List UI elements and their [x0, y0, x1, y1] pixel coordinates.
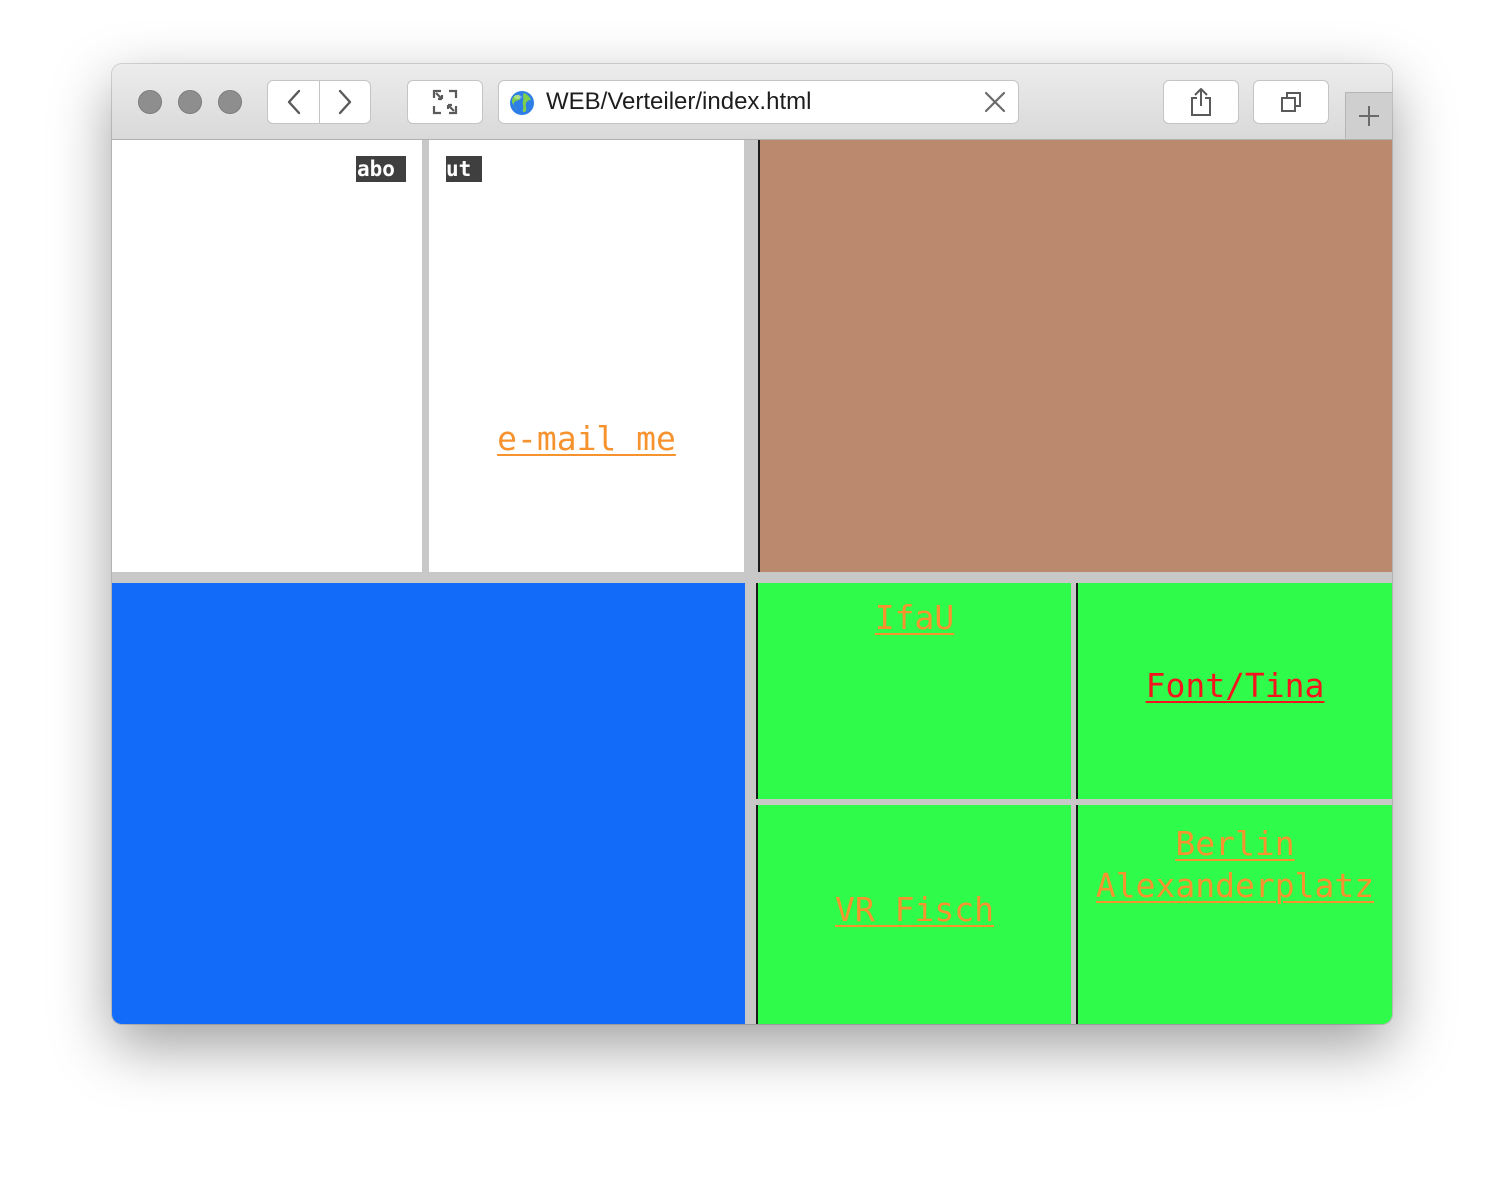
zoom-window-button[interactable]: [218, 90, 242, 114]
chevron-left-icon: [287, 89, 300, 115]
fullscreen-button[interactable]: [407, 80, 483, 124]
frame-top-left: abo: [112, 140, 422, 572]
chevron-right-icon: [338, 89, 352, 115]
minimize-window-button[interactable]: [178, 90, 202, 114]
frame-bottom-left: [112, 583, 745, 1024]
share-button[interactable]: [1163, 80, 1239, 124]
fullscreen-icon: [432, 89, 458, 115]
vr-fisch-link[interactable]: VR Fisch: [758, 889, 1071, 931]
browser-toolbar: WEB/Verteiler/index.html: [112, 64, 1392, 140]
frame-top-right: [758, 140, 1392, 572]
about-label-right: ut: [446, 156, 482, 182]
close-icon[interactable]: [984, 91, 1006, 113]
page-content: abo ut e-mail me IfaU Font/Tina VR Fisch…: [112, 140, 1392, 1024]
url-text: WEB/Verteiler/index.html: [546, 88, 812, 115]
frame-top-middle: ut e-mail me: [429, 140, 744, 572]
frame-vr-fisch: VR Fisch: [756, 805, 1071, 1024]
share-icon: [1191, 88, 1211, 116]
new-tab-button[interactable]: [1345, 92, 1392, 139]
close-window-button[interactable]: [138, 90, 162, 114]
forward-button[interactable]: [319, 80, 371, 124]
show-tabs-button[interactable]: [1253, 80, 1329, 124]
berlin-line: Berlin: [1175, 824, 1295, 863]
tabs-icon: [1281, 92, 1301, 112]
browser-window: WEB/Verteiler/index.html abo ut e-mail m…: [112, 64, 1392, 1024]
plus-icon: [1359, 106, 1379, 126]
back-button[interactable]: [267, 80, 320, 124]
ifau-link[interactable]: IfaU: [758, 597, 1071, 639]
about-label-left: abo: [356, 156, 406, 182]
frame-ifau: IfaU: [756, 583, 1071, 799]
globe-icon: [510, 91, 534, 115]
frame-berlin: Berlin Alexanderplatz: [1076, 805, 1392, 1024]
address-bar[interactable]: WEB/Verteiler/index.html: [498, 80, 1019, 124]
frame-font-tina: Font/Tina: [1076, 583, 1392, 799]
font-tina-link[interactable]: Font/Tina: [1078, 665, 1392, 707]
berlin-alexanderplatz-link[interactable]: Berlin Alexanderplatz: [1078, 823, 1392, 907]
alexanderplatz-line: Alexanderplatz: [1095, 866, 1375, 905]
email-link[interactable]: e-mail me: [429, 418, 744, 460]
